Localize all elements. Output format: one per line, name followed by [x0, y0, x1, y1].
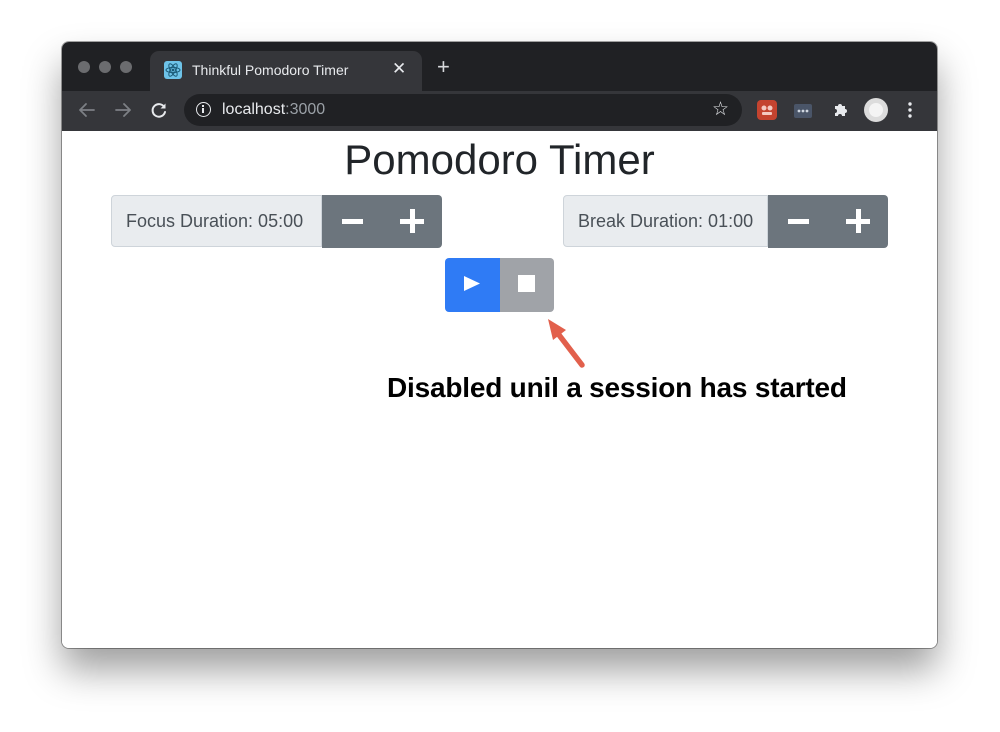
annotation-arrow — [548, 319, 585, 368]
increase-focus-button[interactable] — [382, 195, 442, 248]
minimize-window-dot[interactable] — [99, 61, 111, 73]
back-icon[interactable] — [76, 99, 98, 121]
url-text: localhost:3000 — [222, 101, 325, 119]
focus-duration-group: Focus Duration: 05:00 — [111, 195, 442, 248]
browser-window: Thinkful Pomodoro Timer ✕ + localhost:30… — [62, 42, 937, 648]
plus-icon-vertical — [856, 209, 861, 233]
bookmark-star-icon[interactable]: ☆ — [712, 98, 729, 121]
page-content: Pomodoro Timer Focus Duration: 05:00 Bre… — [62, 131, 937, 648]
extensions-puzzle-icon[interactable] — [831, 100, 851, 120]
play-icon — [464, 276, 480, 291]
page-title: Pomodoro Timer — [344, 136, 655, 183]
zoom-window-dot[interactable] — [120, 61, 132, 73]
site-info-icon[interactable] — [196, 102, 211, 117]
url-host: localhost — [222, 101, 286, 118]
increase-break-button[interactable] — [828, 195, 888, 248]
annotation-text: Disabled unil a session has started — [387, 372, 847, 403]
extension-dots-icon[interactable] — [794, 104, 812, 118]
tab-strip: Thinkful Pomodoro Timer ✕ + — [62, 42, 937, 91]
new-tab-icon[interactable]: + — [437, 56, 450, 78]
break-duration-label: Break Duration: 01:00 — [563, 195, 768, 247]
browser-toolbar: localhost:3000 ☆ — [62, 91, 937, 131]
stop-button — [500, 258, 554, 312]
decrease-focus-button[interactable] — [322, 195, 382, 248]
focus-duration-label: Focus Duration: 05:00 — [111, 195, 322, 247]
profile-avatar-icon[interactable] — [864, 98, 888, 122]
reload-icon[interactable] — [148, 99, 170, 121]
minus-icon — [342, 219, 363, 224]
forward-icon[interactable] — [112, 99, 134, 121]
kebab-menu-icon[interactable] — [905, 100, 915, 120]
break-duration-group: Break Duration: 01:00 — [563, 195, 888, 248]
extension-red-icon[interactable] — [757, 100, 777, 120]
address-bar[interactable]: localhost:3000 ☆ — [184, 94, 742, 126]
plus-icon-vertical — [410, 209, 415, 233]
close-tab-icon[interactable]: ✕ — [392, 59, 406, 79]
stop-icon — [518, 275, 535, 292]
tab-title: Thinkful Pomodoro Timer — [192, 62, 349, 78]
url-port: :3000 — [285, 101, 326, 118]
react-logo-icon — [164, 61, 182, 79]
play-button[interactable] — [445, 258, 500, 312]
play-stop-group — [445, 258, 554, 312]
active-tab[interactable]: Thinkful Pomodoro Timer ✕ — [150, 51, 422, 91]
decrease-break-button[interactable] — [768, 195, 828, 248]
minus-icon — [788, 219, 809, 224]
close-window-dot[interactable] — [78, 61, 90, 73]
